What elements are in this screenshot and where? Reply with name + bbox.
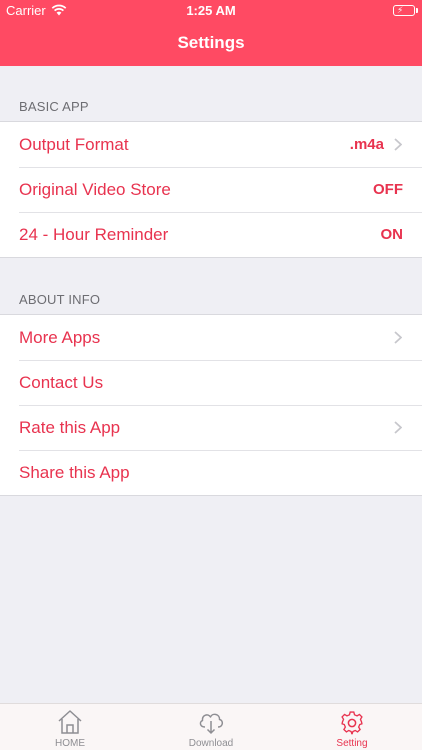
contact-us-label: Contact Us (19, 372, 104, 392)
battery-tip (416, 8, 418, 13)
rate-app-label: Rate this App (19, 417, 121, 437)
charging-bolt-icon: ⚡ (397, 5, 404, 15)
rate-app-row[interactable]: Rate this App (0, 405, 422, 450)
chevron-right-icon (394, 138, 402, 151)
about-info-group: More Apps Contact Us Rate this App Share… (0, 314, 422, 496)
output-format-label: Output Format (19, 134, 129, 154)
output-format-value: .m4a (349, 136, 384, 153)
tab-download-label: Download (188, 738, 234, 749)
chevron-right-icon (394, 421, 402, 434)
contact-us-row[interactable]: Contact Us (0, 360, 422, 405)
tab-home-label: HOME (55, 738, 85, 749)
tab-bar: HOME Download Setting (0, 703, 422, 750)
output-format-row[interactable]: Output Format .m4a (0, 122, 422, 167)
gear-icon (341, 711, 363, 735)
share-app-row[interactable]: Share this App (0, 450, 422, 495)
section-header-about-info: ABOUT INFO (19, 292, 101, 307)
battery-icon: ⚡ (393, 5, 415, 16)
more-apps-label: More Apps (19, 327, 101, 347)
original-video-store-row[interactable]: Original Video Store OFF (0, 167, 422, 212)
tab-setting[interactable]: Setting (282, 704, 422, 750)
tab-setting-label: Setting (336, 738, 368, 749)
navigation-header: Carrier 1:25 AM ⚡ Settings (0, 0, 422, 66)
tab-home[interactable]: HOME (0, 704, 140, 750)
share-app-label: Share this App (19, 462, 130, 482)
hour-reminder-label: 24 - Hour Reminder (19, 224, 169, 244)
page-title: Settings (177, 33, 245, 52)
home-icon (58, 710, 82, 734)
basic-app-group: Output Format .m4a Original Video Store … (0, 121, 422, 258)
cloud-download-icon (199, 713, 224, 735)
chevron-right-icon (394, 331, 402, 344)
hour-reminder-value[interactable]: ON (381, 226, 404, 243)
original-video-store-label: Original Video Store (19, 179, 171, 199)
section-header-basic-app: BASIC APP (19, 99, 89, 114)
tab-download[interactable]: Download (141, 704, 281, 750)
original-video-store-value[interactable]: OFF (373, 181, 403, 198)
more-apps-row[interactable]: More Apps (0, 315, 422, 360)
status-time: 1:25 AM (186, 3, 236, 18)
hour-reminder-row[interactable]: 24 - Hour Reminder ON (0, 212, 422, 257)
status-bar: Carrier 1:25 AM ⚡ (0, 0, 422, 22)
